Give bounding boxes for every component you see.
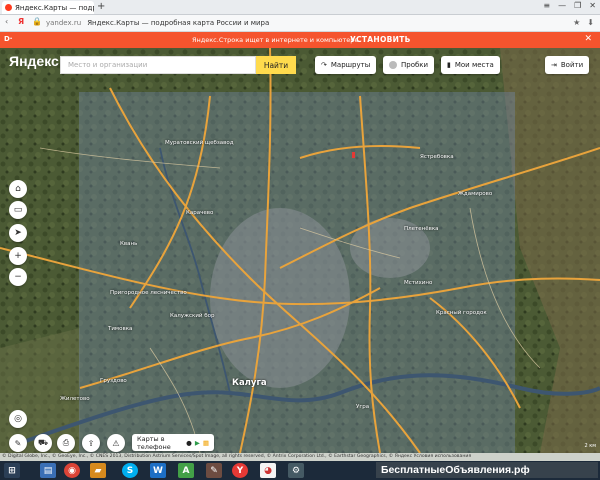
search-input[interactable] (66, 60, 255, 70)
folder-icon[interactable]: ▰ (90, 463, 106, 478)
ruler-button[interactable]: ✎ (9, 434, 27, 452)
app-a-icon[interactable]: A (178, 463, 194, 478)
map-label-city: Калуга (232, 378, 267, 388)
my-places-label: Мои места (454, 61, 494, 69)
tab-title: Яндекс.Карты — подро (15, 3, 94, 12)
map-label-place: Муратовский щебзавод (165, 140, 234, 146)
explorer-icon[interactable]: ▤ (40, 463, 56, 478)
watermark: БесплатныеОбъявления.рф (376, 462, 598, 478)
briefcase-icon: ▭ (13, 205, 23, 215)
share-button[interactable]: ⇪ (82, 434, 100, 452)
yandex-favicon-icon (5, 4, 12, 11)
route-icon: ↷ (321, 61, 327, 69)
map-label-place: Тимовка (108, 326, 133, 332)
zoom-out-button[interactable]: − (9, 268, 27, 286)
panorama-button[interactable]: ◎ (9, 410, 27, 428)
zoom-in-button[interactable]: + (9, 247, 27, 265)
promo-left-mark: D· (4, 35, 13, 43)
skype-icon[interactable]: S (122, 463, 138, 478)
menu-icon[interactable]: ≡ (543, 1, 550, 10)
traffic-button[interactable]: Пробки (383, 56, 435, 74)
browser-tab-bar: Яндекс.Карты — подро × + ≡ — ❐ ✕ (0, 0, 600, 15)
phone-apps-button[interactable]: Карты в телефоне ● ▶ ▦ (132, 434, 214, 451)
map-label-place: Груздово (100, 378, 127, 384)
start-icon[interactable]: ⊞ (4, 463, 20, 478)
yandex-browser-icon[interactable]: Y (232, 463, 248, 478)
app-tools-icon[interactable]: ⚙ (288, 463, 304, 478)
app-pen-icon[interactable]: ✎ (206, 463, 222, 478)
maximize-icon[interactable]: ❐ (574, 1, 581, 10)
window-controls: ≡ — ❐ ✕ (543, 1, 596, 10)
chrome-icon[interactable]: ◉ (64, 463, 80, 478)
minimize-icon[interactable]: — (558, 1, 566, 10)
apple-icon: ● (186, 438, 192, 447)
back-icon[interactable]: ‹ (5, 17, 8, 26)
home-icon: ⌂ (15, 184, 21, 194)
map-label-place: Плетенёвка (404, 226, 439, 232)
my-places-button[interactable]: ▮ Мои места (441, 56, 500, 74)
url-field[interactable]: yandex.ru Яндекс.Карты — подробная карта… (46, 17, 546, 29)
minus-icon: − (14, 272, 22, 282)
transport-button[interactable]: ⛟ (34, 434, 52, 452)
map-label-place: Ждамирово (458, 191, 493, 197)
satellite-map[interactable]: Калуга Муратовский щебзавод Карачево Яст… (0, 48, 600, 453)
login-button[interactable]: ⇥ Войти (545, 56, 590, 74)
search-box (60, 56, 256, 74)
bookmark-star-icon[interactable]: ★ (573, 18, 580, 27)
map-scale: 2 км (584, 443, 596, 449)
promo-message: Яндекс.Строка ищет в интернете и компьют… (192, 36, 359, 44)
ruler-icon: ✎ (14, 438, 22, 448)
print-icon: ⎙ (62, 438, 70, 447)
locate-arrow-icon: ➤ (14, 228, 22, 238)
routes-button[interactable]: ↷ Маршруты (315, 56, 377, 74)
bus-icon: ⛟ (37, 438, 49, 447)
map-label-place: Мстихино (404, 280, 433, 286)
browser-tab[interactable]: Яндекс.Карты — подро × (2, 1, 94, 14)
address-bar-actions: ★ ⬇ (573, 18, 594, 27)
map-label-place: Жилетово (60, 396, 90, 402)
traffic-light-icon (389, 61, 397, 69)
traffic-label: Пробки (401, 61, 429, 69)
print-button[interactable]: ⎙ (57, 434, 75, 452)
address-bar: ‹ Я 🔒 yandex.ru Яндекс.Карты — подробная… (0, 15, 600, 32)
layers-button[interactable]: ▭ (9, 201, 27, 219)
routes-label: Маршруты (330, 61, 371, 69)
map-label-place: Квань (120, 241, 138, 247)
paint-icon[interactable]: ◕ (260, 463, 276, 478)
login-label: Войти (560, 61, 584, 69)
yandex-y-icon[interactable]: Я (18, 17, 24, 26)
map-label-place: Угра (356, 404, 370, 410)
map-imagery (0, 48, 600, 453)
yandex-logo[interactable]: Яндекс (9, 53, 59, 69)
plus-icon: + (14, 251, 22, 261)
map-label-place: Карачево (186, 210, 214, 216)
install-button[interactable]: УСТАНОВИТЬ (350, 35, 411, 44)
panorama-icon: ◎ (14, 414, 22, 424)
promo-banner: D· Яндекс.Строка ищет в интернете и комп… (0, 32, 600, 48)
promo-close-icon[interactable]: ✕ (584, 34, 592, 44)
play-store-icon: ▶ (194, 438, 200, 447)
phone-apps-label: Карты в телефоне (137, 434, 171, 451)
map-label-place: Калужский бор (170, 313, 215, 319)
bookmark-icon: ▮ (447, 61, 451, 69)
new-tab-button[interactable]: + (97, 1, 105, 12)
map-label-place: Ястребовка (420, 154, 454, 160)
share-icon: ⇪ (87, 438, 95, 448)
map-label-place: Красный городок (436, 310, 487, 316)
warning-icon: ⚠ (112, 438, 120, 448)
lock-icon: 🔒 (32, 17, 42, 26)
home-button[interactable]: ⌂ (9, 180, 27, 198)
download-icon[interactable]: ⬇ (587, 18, 594, 27)
locate-button[interactable]: ➤ (9, 224, 27, 242)
copyright-text: © Digital Globe, Inc., © GeoEye, Inc., ©… (0, 453, 600, 461)
url-page-title: Яндекс.Карты — подробная карта России и … (87, 19, 270, 27)
windows-icon: ▦ (202, 438, 209, 447)
url-host: yandex.ru (46, 19, 82, 27)
word-icon[interactable]: W (150, 463, 166, 478)
find-button[interactable]: Найти (256, 56, 296, 74)
close-window-icon[interactable]: ✕ (589, 1, 596, 10)
map-label-place: Пригородное лесничество (110, 290, 187, 296)
login-icon: ⇥ (551, 61, 557, 69)
report-button[interactable]: ⚠ (107, 434, 125, 452)
